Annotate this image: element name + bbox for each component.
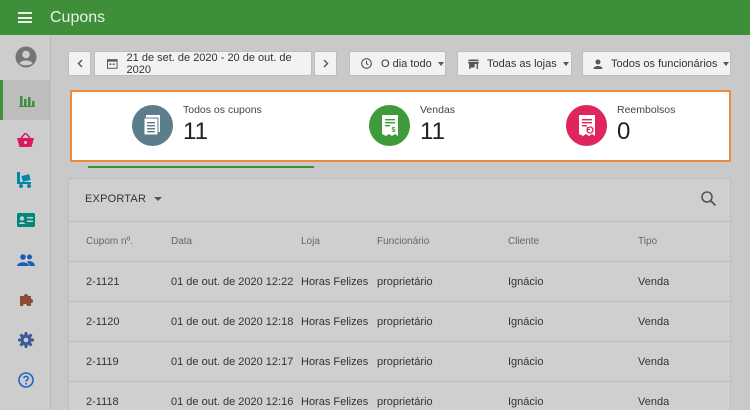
chevron-down-icon (437, 61, 444, 66)
sidebar-item-help[interactable] (0, 360, 51, 400)
sidebar-item-items[interactable] (0, 160, 51, 200)
chevron-down-icon (154, 197, 163, 201)
prev-period-button[interactable] (68, 51, 91, 76)
person-icon (593, 59, 603, 69)
stat-refunds[interactable]: Reembolsos 0 (566, 104, 675, 146)
column-header-date[interactable]: Data (171, 222, 192, 262)
export-button[interactable]: EXPORTAR (85, 193, 163, 205)
cell-customer: Ignácio (508, 356, 544, 368)
cell-date: 01 de out. de 2020 12:18 (171, 316, 294, 328)
receipt-dollar-icon: $ (369, 104, 410, 146)
export-label: EXPORTAR (85, 193, 147, 205)
store-filter-label: Todas as lojas (487, 57, 557, 70)
table-row[interactable]: 2-1120 01 de out. de 2020 12:18 Horas Fe… (69, 301, 732, 341)
sidebar (0, 35, 51, 410)
cell-type: Venda (638, 316, 670, 328)
cell-customer: Ignácio (508, 316, 544, 328)
stat-all-receipts[interactable]: Todos os cupons 11 (132, 104, 262, 146)
date-range-picker[interactable]: 21 de set. de 2020 - 20 de out. de 2020 (94, 51, 312, 76)
cell-type: Venda (638, 356, 670, 368)
column-header-customer[interactable]: Cliente (508, 222, 539, 262)
cell-store: Horas Felizes (301, 316, 369, 328)
items-icon (16, 172, 31, 188)
search-icon[interactable] (700, 190, 718, 208)
table-row[interactable]: 2-1121 01 de out. de 2020 12:22 Horas Fe… (69, 261, 732, 301)
receipts-card: EXPORTAR Cupom nº. Data Loja Funcionário… (68, 178, 732, 410)
basket-icon (17, 133, 34, 147)
store-icon (468, 59, 479, 69)
employee-filter-label: Todos os funcionários (611, 57, 718, 70)
top-bar: Cupons (0, 0, 750, 35)
help-icon (17, 372, 34, 388)
store-filter-dropdown[interactable]: Todas as lojas (457, 51, 572, 76)
stat-refunds-value: 0 (617, 118, 631, 145)
receipt-refund-icon (566, 104, 607, 146)
column-header-employee[interactable]: Funcionário (377, 222, 429, 262)
cell-employee: proprietário (377, 316, 433, 328)
sidebar-item-customers[interactable] (0, 200, 51, 240)
summary-panel: Todos os cupons 11 $ Vendas 11 Reembolso… (70, 90, 731, 162)
calendar-icon (107, 59, 118, 69)
clock-icon (361, 58, 372, 69)
sidebar-item-settings[interactable] (0, 320, 51, 360)
stat-all-label: Todos os cupons (183, 104, 262, 116)
cell-number: 2-1118 (86, 396, 119, 408)
column-header-type[interactable]: Tipo (638, 222, 657, 262)
sidebar-item-sales[interactable] (0, 120, 51, 160)
cell-store: Horas Felizes (301, 276, 369, 288)
chevron-down-icon (562, 61, 569, 66)
sidebar-item-account[interactable] (0, 37, 51, 77)
column-header-number[interactable]: Cupom nº. (86, 222, 133, 262)
time-filter-dropdown[interactable]: O dia todo (349, 51, 446, 76)
stat-refunds-label: Reembolsos (617, 104, 676, 116)
column-header-store[interactable]: Loja (301, 222, 320, 262)
sidebar-item-integrations[interactable] (0, 280, 51, 320)
cell-number: 2-1121 (86, 276, 120, 288)
active-tab-indicator (88, 166, 314, 168)
customer-card-icon (16, 213, 35, 227)
cell-date: 01 de out. de 2020 12:22 (171, 276, 294, 288)
svg-text:$: $ (391, 127, 395, 134)
stat-sales-value: 11 (420, 118, 445, 145)
cell-customer: Ignácio (508, 276, 544, 288)
page-title: Cupons (50, 8, 106, 26)
chevron-right-icon (323, 59, 328, 68)
menu-icon (18, 12, 32, 23)
chevron-down-icon (723, 61, 730, 66)
cell-customer: Ignácio (508, 396, 544, 408)
reports-icon (19, 96, 35, 107)
cell-employee: proprietário (377, 396, 433, 408)
table-header: Cupom nº. Data Loja Funcionário Cliente … (69, 221, 732, 261)
employee-filter-dropdown[interactable]: Todos os funcionários (582, 51, 731, 76)
stat-sales[interactable]: $ Vendas 11 (369, 104, 455, 146)
next-period-button[interactable] (314, 51, 337, 76)
integrations-icon (19, 294, 33, 306)
employees-icon (16, 254, 35, 266)
cell-type: Venda (638, 396, 670, 408)
cell-number: 2-1120 (86, 316, 120, 328)
stat-sales-label: Vendas (420, 104, 456, 116)
stat-all-value: 11 (183, 118, 208, 145)
cell-store: Horas Felizes (301, 356, 369, 368)
menu-button[interactable] (0, 0, 50, 35)
table-row[interactable]: 2-1119 01 de out. de 2020 12:17 Horas Fe… (69, 341, 732, 381)
time-filter-label: O dia todo (381, 57, 432, 70)
cell-employee: proprietário (377, 276, 433, 288)
receipt-icon (132, 104, 173, 146)
cell-date: 01 de out. de 2020 12:16 (171, 396, 294, 408)
cell-store: Horas Felizes (301, 396, 369, 408)
chevron-left-icon (77, 59, 82, 68)
settings-icon (17, 332, 34, 348)
cell-type: Venda (638, 276, 670, 288)
cell-employee: proprietário (377, 356, 433, 368)
cell-number: 2-1119 (86, 356, 119, 368)
user-icon (15, 46, 36, 68)
sidebar-item-reports[interactable] (0, 80, 51, 120)
date-range-label: 21 de set. de 2020 - 20 de out. de 2020 (126, 51, 292, 76)
table-row[interactable]: 2-1118 01 de out. de 2020 12:16 Horas Fe… (69, 381, 732, 410)
cell-date: 01 de out. de 2020 12:17 (171, 356, 294, 368)
sidebar-item-employees[interactable] (0, 240, 51, 280)
